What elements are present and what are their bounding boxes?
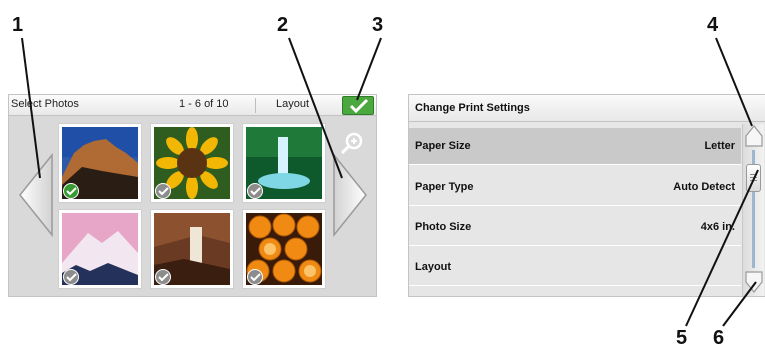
photo-thumbnail-snowy-peak[interactable] [58,209,142,289]
header-divider [255,98,256,113]
callout-4: 4 [707,14,719,36]
unselected-check-icon[interactable] [155,269,171,285]
setting-value: Letter [704,140,735,152]
setting-value: Auto Detect [673,181,735,193]
unselected-check-icon[interactable] [155,183,171,199]
settings-panel-header: Change Print Settings [409,95,765,122]
panel-title: Select Photos [11,98,79,110]
setting-label: Layout [415,261,452,273]
selected-check-icon[interactable] [63,183,79,199]
unselected-check-icon[interactable] [247,183,263,199]
callout-5: 5 [676,327,688,349]
unselected-check-icon[interactable] [247,269,263,285]
setting-value: 4x6 in. [700,221,735,233]
photo-thumbnail-mountain[interactable] [58,123,142,203]
unselected-check-icon[interactable] [63,269,79,285]
setting-row-photo-size[interactable]: Photo Size 4x6 in. [409,209,741,246]
right-arrow-icon[interactable] [332,153,368,237]
callout-2: 2 [277,14,289,36]
setting-label: Photo Size [415,221,472,233]
photo-panel-header: Select Photos 1 - 6 of 10 Layout [9,95,376,116]
zoom-in-icon[interactable] [339,131,365,157]
panel-title: Change Print Settings [415,102,530,114]
callout-3: 3 [372,14,384,36]
setting-label: Paper Size [415,140,471,152]
down-arrow-icon[interactable] [744,270,764,294]
left-arrow-icon[interactable] [18,153,54,237]
checkmark-icon [349,98,369,114]
scroll-thumb[interactable] [746,164,761,192]
scrollbar[interactable] [742,124,764,296]
photo-thumbnail-oranges[interactable] [242,209,326,289]
photo-count: 1 - 6 of 10 [179,98,229,110]
setting-row-paper-type[interactable]: Paper Type Auto Detect [409,169,741,206]
photo-thumbnail-sunflower[interactable] [150,123,234,203]
change-print-settings-panel: Change Print Settings Paper Size Letter … [408,94,765,297]
done-button[interactable] [342,96,374,115]
callout-1: 1 [12,14,24,36]
up-arrow-icon[interactable] [744,124,764,148]
setting-row-paper-size[interactable]: Paper Size Letter [409,128,741,165]
layout-button[interactable]: Layout [276,98,309,110]
callout-6: 6 [713,327,725,349]
setting-label: Paper Type [415,181,474,193]
photo-thumbnail-waterfall[interactable] [242,123,326,203]
setting-row-layout[interactable]: Layout [409,249,741,286]
select-photos-panel: Select Photos 1 - 6 of 10 Layout [8,94,377,297]
photo-thumbnail-canyon-falls[interactable] [150,209,234,289]
